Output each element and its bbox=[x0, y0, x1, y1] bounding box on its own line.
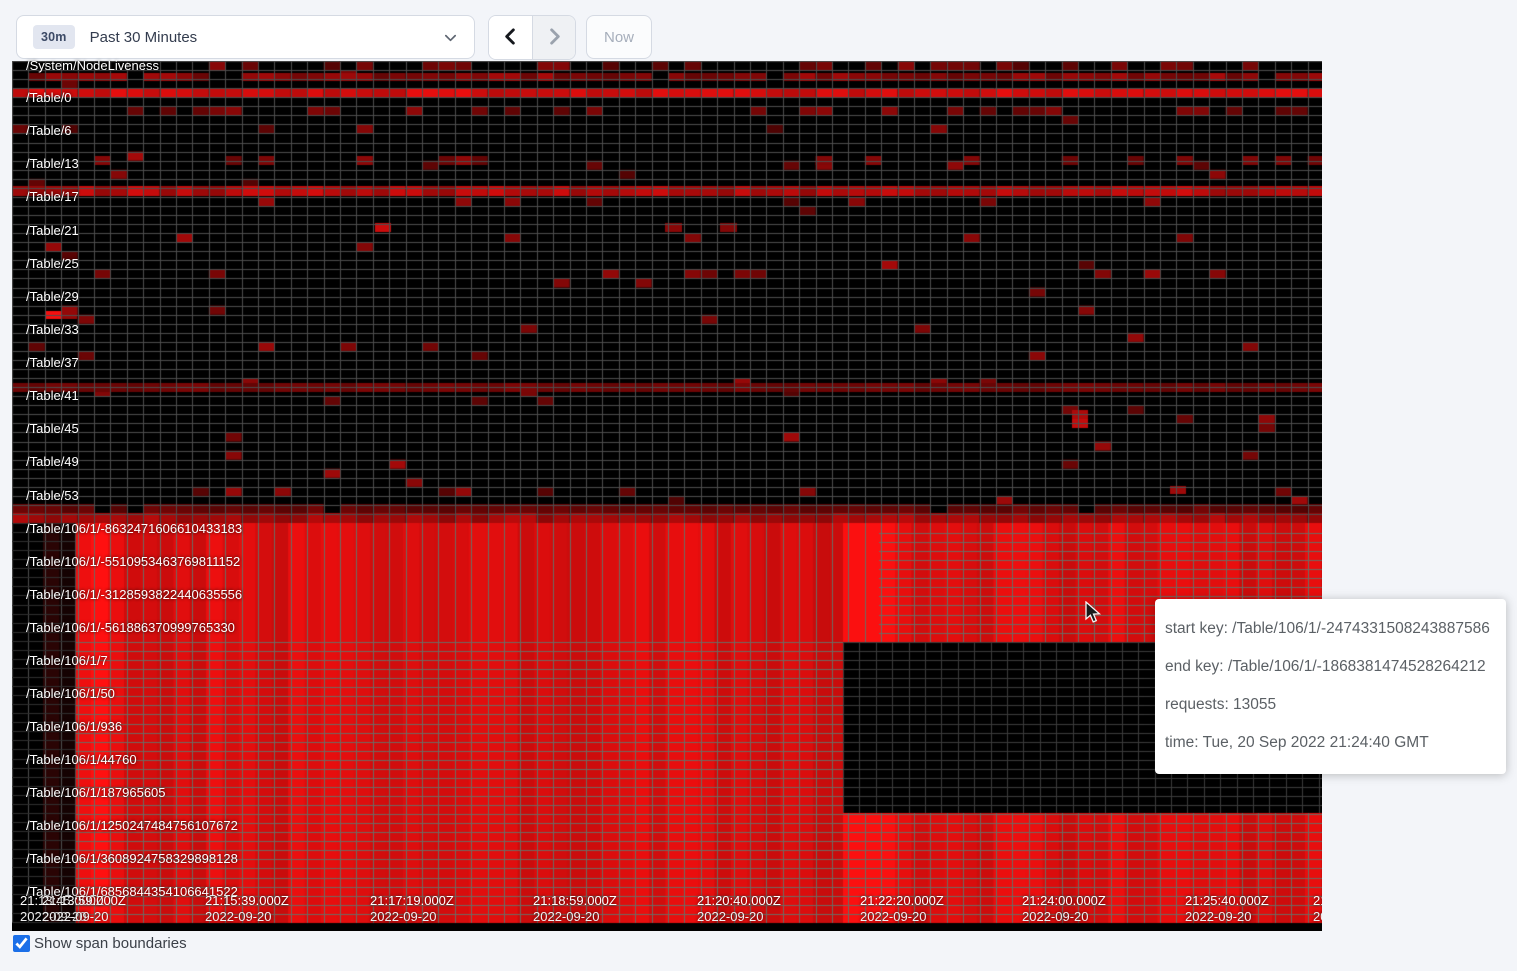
time-window-label: Past 30 Minutes bbox=[90, 29, 443, 46]
time-forward-button[interactable] bbox=[532, 16, 575, 59]
footer: Show span boundaries bbox=[0, 931, 1517, 952]
now-button[interactable]: Now bbox=[586, 15, 652, 59]
tooltip-end-key: end key: /Table/106/1/-18683814745282642… bbox=[1165, 648, 1496, 686]
chevron-left-icon bbox=[501, 27, 520, 49]
range-tooltip: start key: /Table/106/1/-247433150824388… bbox=[1155, 599, 1506, 774]
time-back-button[interactable] bbox=[489, 16, 532, 59]
show-span-boundaries-label[interactable]: Show span boundaries bbox=[34, 935, 187, 952]
chevron-right-icon bbox=[545, 27, 564, 49]
time-window-badge: 30m bbox=[33, 25, 75, 49]
key-visualizer: /System/NodeLiveness/Table/0/Table/6/Tab… bbox=[12, 61, 1322, 931]
toolbar: 30m Past 30 Minutes Now bbox=[0, 0, 1517, 60]
chevron-down-icon bbox=[443, 30, 458, 45]
keyspace-heatmap-canvas[interactable] bbox=[12, 61, 1322, 931]
tooltip-time: time: Tue, 20 Sep 2022 21:24:40 GMT bbox=[1165, 724, 1496, 762]
time-window-select[interactable]: 30m Past 30 Minutes bbox=[16, 15, 475, 59]
time-nav-group bbox=[488, 15, 576, 60]
tooltip-requests: requests: 13055 bbox=[1165, 686, 1496, 724]
tooltip-start-key: start key: /Table/106/1/-247433150824388… bbox=[1165, 610, 1496, 648]
show-span-boundaries-checkbox[interactable] bbox=[13, 935, 30, 952]
